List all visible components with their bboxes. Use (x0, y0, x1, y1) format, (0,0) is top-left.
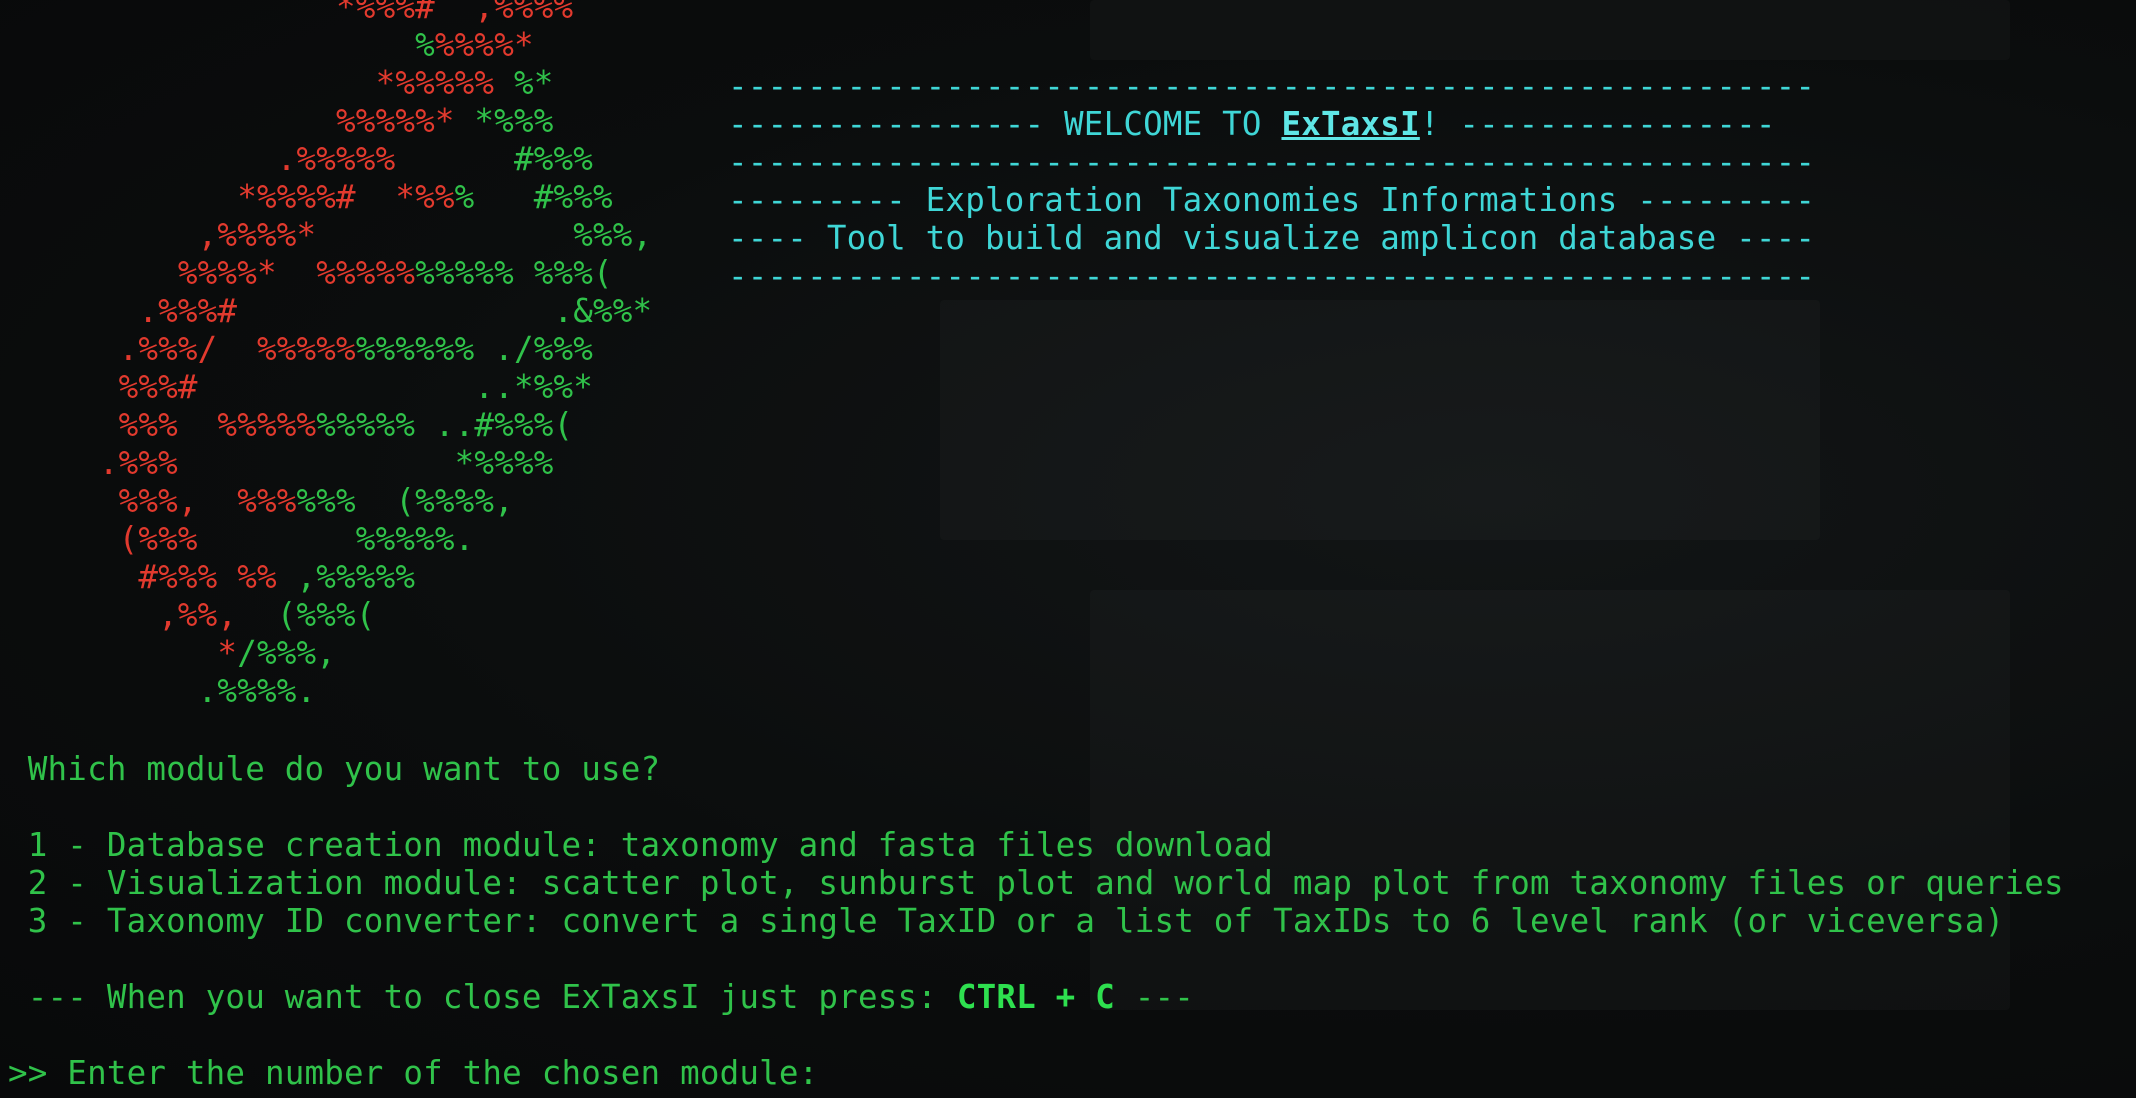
ascii-logo-red-segment: %%%%%* (0, 102, 475, 140)
ascii-logo-red-segment: .%%%/ %%%%% (0, 330, 356, 368)
ascii-logo-green-segment: %%% (%%%%, (296, 482, 514, 520)
ascii-logo-green-segment: ,%%%%% (276, 558, 416, 596)
ascii-logo-line: .%%% *%%%% (0, 444, 553, 482)
ascii-logo-red-segment: *%%%%% (0, 64, 514, 102)
ascii-logo-green-segment: (%%%( (237, 596, 376, 634)
ascii-logo-green-segment: ..*%%* (197, 368, 594, 406)
ascii-logo-line: .%%%# .&%%* (0, 292, 652, 330)
ascii-logo-green-segment: % (415, 26, 435, 64)
ascii-logo-green-segment: *%%%% (177, 444, 554, 482)
ascii-logo-red-segment: ,%%%%* (0, 216, 317, 254)
ascii-logo-red-segment: %%%%* %%%%% (0, 254, 416, 292)
welcome-banner: ----------------------------------------… (728, 67, 1815, 295)
ascii-logo-line: %%%%%* *%%% (0, 102, 553, 140)
ascii-logo-line: *%%%# ,%%%% (0, 0, 573, 26)
ascii-logo-green-segment: %%%%%% ./%%% (355, 330, 594, 368)
ascii-logo-line: .%%%/ %%%%%%%%%%% ./%%% (0, 330, 593, 368)
ascii-logo-red-segment: %%% %%%%% (0, 406, 317, 444)
ascii-logo-red-segment: .%%% (0, 444, 178, 482)
ascii-logo-green-segment: .%%%%. (0, 672, 317, 710)
ascii-logo-line: #%%% %% ,%%%%% (0, 558, 415, 596)
ascii-logo-red-segment: %%%# (0, 368, 198, 406)
module-option-3: 3 - Taxonomy ID converter: convert a sin… (8, 902, 2005, 940)
ascii-logo-red-segment (0, 26, 415, 64)
close-hint-prefix: --- When you want to close ExTaxsI just … (8, 978, 957, 1016)
ascii-logo-line: .%%%%% #%%% (0, 140, 593, 178)
background-ghost (1090, 0, 2010, 60)
ascii-logo-line: ,%%, (%%%( (0, 596, 376, 634)
module-option-1: 1 - Database creation module: taxonomy a… (8, 826, 1274, 864)
banner-welcome-prefix: ---------------- WELCOME TO (728, 105, 1282, 143)
ascii-logo-green-segment: .&%%* (237, 292, 653, 330)
input-prompt[interactable]: >> Enter the number of the chosen module… (8, 1054, 818, 1092)
ascii-logo-line: *%%%%# *%%% #%%% (0, 178, 613, 216)
ascii-logo-line: *%%%%% %* (0, 64, 554, 102)
module-menu: Which module do you want to use? 1 - Dat… (8, 750, 2064, 1092)
module-option-2: 2 - Visualization module: scatter plot, … (8, 864, 2064, 902)
ascii-logo-green-segment: % #%%% (454, 178, 613, 216)
module-question: Which module do you want to use? (8, 750, 661, 788)
close-shortcut: CTRL + C (956, 978, 1115, 1016)
ascii-logo-green-segment: %%%%% ..#%%%( (316, 406, 574, 444)
ascii-logo-line: %%%%* %%%%%%%%%% %%%( (0, 254, 613, 292)
ascii-logo-red-segment: * (0, 634, 238, 672)
background-ghost (940, 300, 1820, 540)
ascii-logo: *%%%# ,%%%% %%%%%* *%%%%% %* %%%%%* *%%%… (0, 0, 652, 710)
brand-name: ExTaxsI (1281, 105, 1420, 143)
banner-welcome-suffix: ! ---------------- (1419, 105, 1776, 143)
ascii-logo-red-segment: %%%, %%% (0, 482, 297, 520)
ascii-logo-red-segment: %%%%* (434, 26, 534, 64)
ascii-logo-green-segment: %%%, (316, 216, 653, 254)
ascii-logo-line: (%%% %%%%%. (0, 520, 475, 558)
ascii-logo-red-segment: *%%%%# *%% (0, 178, 455, 216)
ascii-logo-line: .%%%%. (0, 672, 316, 710)
ascii-logo-green-segment: /%%%, (237, 634, 337, 672)
ascii-logo-red-segment: .%%%%% (0, 140, 514, 178)
ascii-logo-green-segment: %* (513, 64, 554, 102)
ascii-logo-line: %%%%%* (0, 26, 534, 64)
banner-rule: ----------------------------------------… (728, 143, 1816, 181)
ascii-logo-red-segment: *%%%# ,%%%% (0, 0, 574, 26)
ascii-logo-green-segment: %%%%% %%%( (415, 254, 613, 292)
ascii-logo-red-segment: .%%%# (0, 292, 238, 330)
ascii-logo-red-segment: (%%% (0, 520, 198, 558)
ascii-logo-line: %%%# ..*%%* (0, 368, 593, 406)
ascii-logo-line: %%% %%%%%%%%%% ..#%%%( (0, 406, 573, 444)
banner-rule: ----------------------------------------… (728, 257, 1816, 295)
ascii-logo-line: %%%, %%%%%% (%%%%, (0, 482, 514, 520)
ascii-logo-red-segment: ,%%, (0, 596, 238, 634)
banner-subtitle: --------- Exploration Taxonomies Informa… (728, 181, 1816, 219)
ascii-logo-green-segment: %%%%%. (197, 520, 475, 558)
ascii-logo-green-segment: *%%% (474, 102, 554, 140)
ascii-logo-line: ,%%%%* %%%, (0, 216, 652, 254)
ascii-logo-red-segment: #%%% %% (0, 558, 277, 596)
terminal-window[interactable]: *%%%# ,%%%% %%%%%* *%%%%% %* %%%%%* *%%%… (0, 0, 2136, 1098)
banner-rule: ----------------------------------------… (728, 67, 1816, 105)
close-hint-suffix: --- (1114, 978, 1195, 1016)
banner-tagline: ---- Tool to build and visualize amplico… (728, 219, 1816, 257)
ascii-logo-green-segment: #%%% (513, 140, 594, 178)
ascii-logo-line: */%%%, (0, 634, 336, 672)
